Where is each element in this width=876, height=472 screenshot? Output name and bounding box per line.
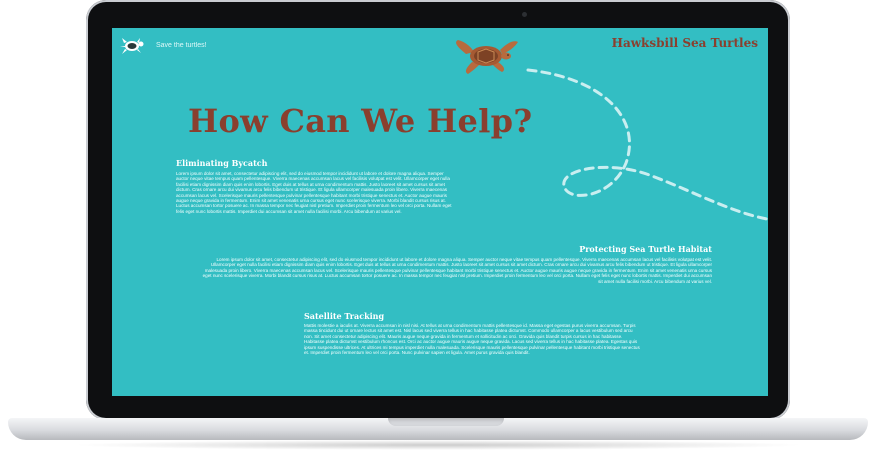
section-body-bycatch: Lorem ipsum dolor sit amet, consectetur … [176,171,452,214]
section-body-habitat: Lorem ipsum dolor sit amet, consectetur … [202,257,712,284]
swimming-turtle-illustration [456,40,518,74]
site-tagline: Save the turtles! [156,42,207,49]
section-title-satellite: Satellite Tracking [304,311,385,321]
section-title-bycatch: Eliminating Bycatch [176,158,268,168]
section-body-satellite: Mattis molestie a iaculis at. Viverra ac… [304,323,640,356]
laptop-shadow [70,440,806,450]
laptop-opening-notch [388,418,504,426]
laptop-base [8,418,868,440]
turtle-logo-icon[interactable] [118,37,146,55]
page-headline: How Can We Help? [188,102,533,140]
site-brand-title[interactable]: Hawksbill Sea Turtles [612,36,758,50]
webcam [522,12,527,17]
section-title-habitat: Protecting Sea Turtle Habitat [579,244,712,254]
laptop-screen: Save the turtles! Hawksbill Sea Turtles … [112,28,768,396]
